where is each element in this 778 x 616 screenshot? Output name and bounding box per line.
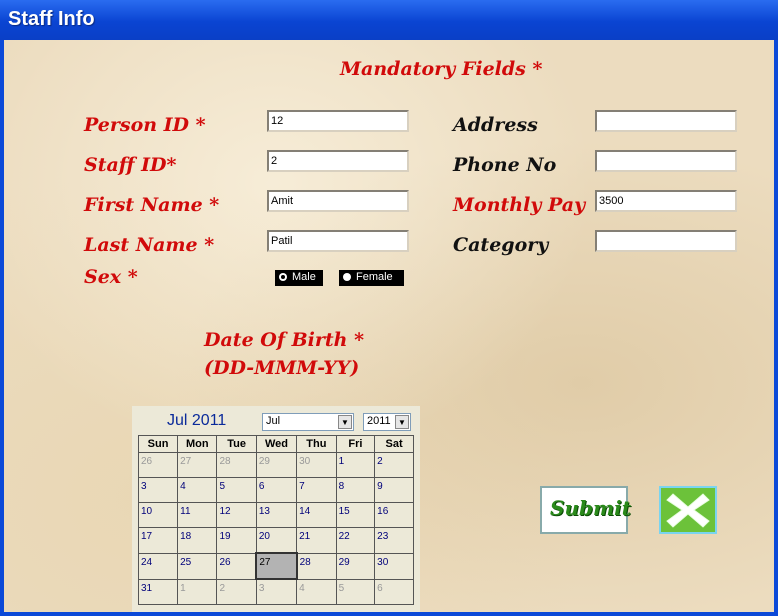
calendar-day-cell[interactable]: 29 (255, 452, 298, 478)
calendar-day-cell[interactable]: 25 (177, 552, 218, 580)
calendar-day-cell[interactable]: 9 (374, 477, 414, 503)
dob-label: Date Of Birth * (204, 329, 365, 351)
calendar-day-cell[interactable]: 19 (216, 527, 257, 554)
close-icon (666, 493, 710, 528)
calendar-day-cell[interactable]: 4 (296, 578, 337, 605)
weekday-header: Tue (216, 435, 257, 453)
person-id-label: Person ID * (84, 114, 206, 136)
calendar-week-row: 24 25 26 27 28 29 30 (137, 552, 414, 580)
calendar-day-cell[interactable]: 15 (335, 502, 376, 528)
window-title: Staff Info (8, 8, 95, 30)
address-label: Address (453, 114, 538, 136)
calendar-day-cell[interactable]: 20 (255, 527, 298, 554)
staff-id-input[interactable] (267, 150, 409, 172)
calendar-day-cell[interactable]: 17 (137, 527, 179, 554)
calendar-day-cell[interactable]: 5 (335, 578, 376, 605)
first-name-label: First Name * (84, 194, 220, 216)
calendar-month-header: Jul 2011 (167, 412, 227, 429)
person-id-input[interactable] (267, 110, 409, 132)
weekday-header: Wed (255, 435, 298, 453)
calendar-day-cell[interactable]: 6 (374, 578, 414, 605)
calendar-day-cell[interactable]: 28 (296, 552, 337, 580)
calendar-day-cell[interactable]: 18 (177, 527, 218, 554)
calendar-day-cell[interactable]: 14 (296, 502, 337, 528)
calendar-day-cell[interactable]: 21 (296, 527, 337, 554)
weekday-header: Sat (374, 435, 414, 453)
calendar-day-cell[interactable]: 2 (374, 452, 414, 478)
date-of-birth-calendar: Jul 2011 Jul ▼ 2011 ▼ Sun Mon Tue Wed Thu Fri… (132, 406, 420, 612)
calendar-day-cell[interactable]: 7 (296, 477, 337, 503)
calendar-week-row: 10 11 12 13 14 15 16 (137, 502, 414, 528)
monthly-pay-input[interactable] (595, 190, 737, 212)
phone-label: Phone No (453, 154, 557, 176)
sex-male-radio[interactable]: Male (275, 270, 323, 286)
last-name-input[interactable] (267, 230, 409, 252)
calendar-week-row: 31 1 2 3 4 5 6 (137, 578, 414, 605)
mandatory-fields-note: Mandatory Fields * (340, 58, 543, 80)
calendar-day-cell[interactable]: 29 (335, 552, 376, 580)
calendar-day-cell[interactable]: 31 (137, 578, 179, 605)
address-input[interactable] (595, 110, 737, 132)
calendar-day-cell[interactable]: 3 (255, 578, 298, 605)
calendar-day-cell[interactable]: 6 (255, 477, 298, 503)
calendar-day-cell[interactable]: 23 (374, 527, 414, 554)
close-button[interactable] (659, 486, 717, 534)
sex-label: Sex * (84, 266, 138, 288)
monthly-pay-label: Monthly Pay (453, 194, 586, 216)
title-bar[interactable]: Staff Info (0, 0, 778, 40)
calendar-day-cell[interactable]: 1 (335, 452, 376, 478)
staff-info-window: Staff Info Mandatory Fields * Person ID … (0, 0, 778, 616)
submit-button-label: Submit (550, 496, 631, 520)
weekday-header: Mon (177, 435, 218, 453)
month-select[interactable]: Jul ▼ (262, 413, 354, 431)
dob-format-label: (DD-MMM-YY) (204, 357, 360, 379)
submit-button[interactable]: Submit (540, 486, 631, 534)
calendar-day-cell[interactable]: 22 (335, 527, 376, 554)
weekday-header: Thu (296, 435, 337, 453)
last-name-label: Last Name * (84, 234, 215, 256)
calendar-day-cell[interactable]: 16 (374, 502, 414, 528)
calendar-grid: Sun Mon Tue Wed Thu Fri Sat 26 27 28 29 30 1 2 3 4 5 6 7 8… (137, 435, 414, 605)
weekday-header: Fri (335, 435, 376, 453)
calendar-day-cell[interactable]: 2 (216, 578, 257, 605)
radio-selected-icon (279, 273, 287, 281)
calendar-day-cell[interactable]: 5 (216, 477, 257, 503)
form-area: Mandatory Fields * Person ID * Staff ID*… (4, 40, 774, 612)
calendar-day-cell[interactable]: 12 (216, 502, 257, 528)
calendar-day-cell[interactable]: 1 (177, 578, 218, 605)
calendar-day-cell[interactable]: 11 (177, 502, 218, 528)
calendar-week-row: 17 18 19 20 21 22 23 (137, 527, 414, 554)
weekday-header: Sun (137, 435, 179, 453)
chevron-down-icon[interactable]: ▼ (395, 415, 409, 429)
calendar-week-row: 3456789 (137, 477, 414, 503)
calendar-day-cell[interactable]: 8 (335, 477, 376, 503)
category-input[interactable] (595, 230, 737, 252)
staff-id-label: Staff ID* (84, 154, 177, 176)
calendar-day-cell[interactable]: 26 (216, 552, 257, 580)
radio-unselected-icon (343, 273, 351, 281)
calendar-day-cell[interactable]: 24 (137, 552, 179, 580)
calendar-day-cell[interactable]: 27 (255, 552, 298, 580)
sex-female-radio[interactable]: Female (339, 270, 404, 286)
calendar-day-cell[interactable]: 13 (255, 502, 298, 528)
chevron-down-icon[interactable]: ▼ (338, 415, 352, 429)
calendar-day-cell[interactable]: 28 (216, 452, 257, 478)
phone-input[interactable] (595, 150, 737, 172)
calendar-day-cell[interactable]: 3 (137, 477, 179, 503)
calendar-day-cell[interactable]: 27 (177, 452, 218, 478)
first-name-input[interactable] (267, 190, 409, 212)
calendar-week-row: 26 27 28 29 30 1 2 (137, 452, 414, 478)
calendar-day-cell[interactable]: 26 (137, 452, 179, 478)
calendar-day-cell[interactable]: 30 (296, 452, 337, 478)
calendar-day-cell[interactable]: 30 (374, 552, 414, 580)
year-select[interactable]: 2011 ▼ (363, 413, 411, 431)
weekday-header-row: Sun Mon Tue Wed Thu Fri Sat (137, 435, 414, 453)
calendar-day-cell[interactable]: 10 (137, 502, 179, 528)
calendar-day-cell[interactable]: 4 (177, 477, 218, 503)
category-label: Category (453, 234, 549, 256)
